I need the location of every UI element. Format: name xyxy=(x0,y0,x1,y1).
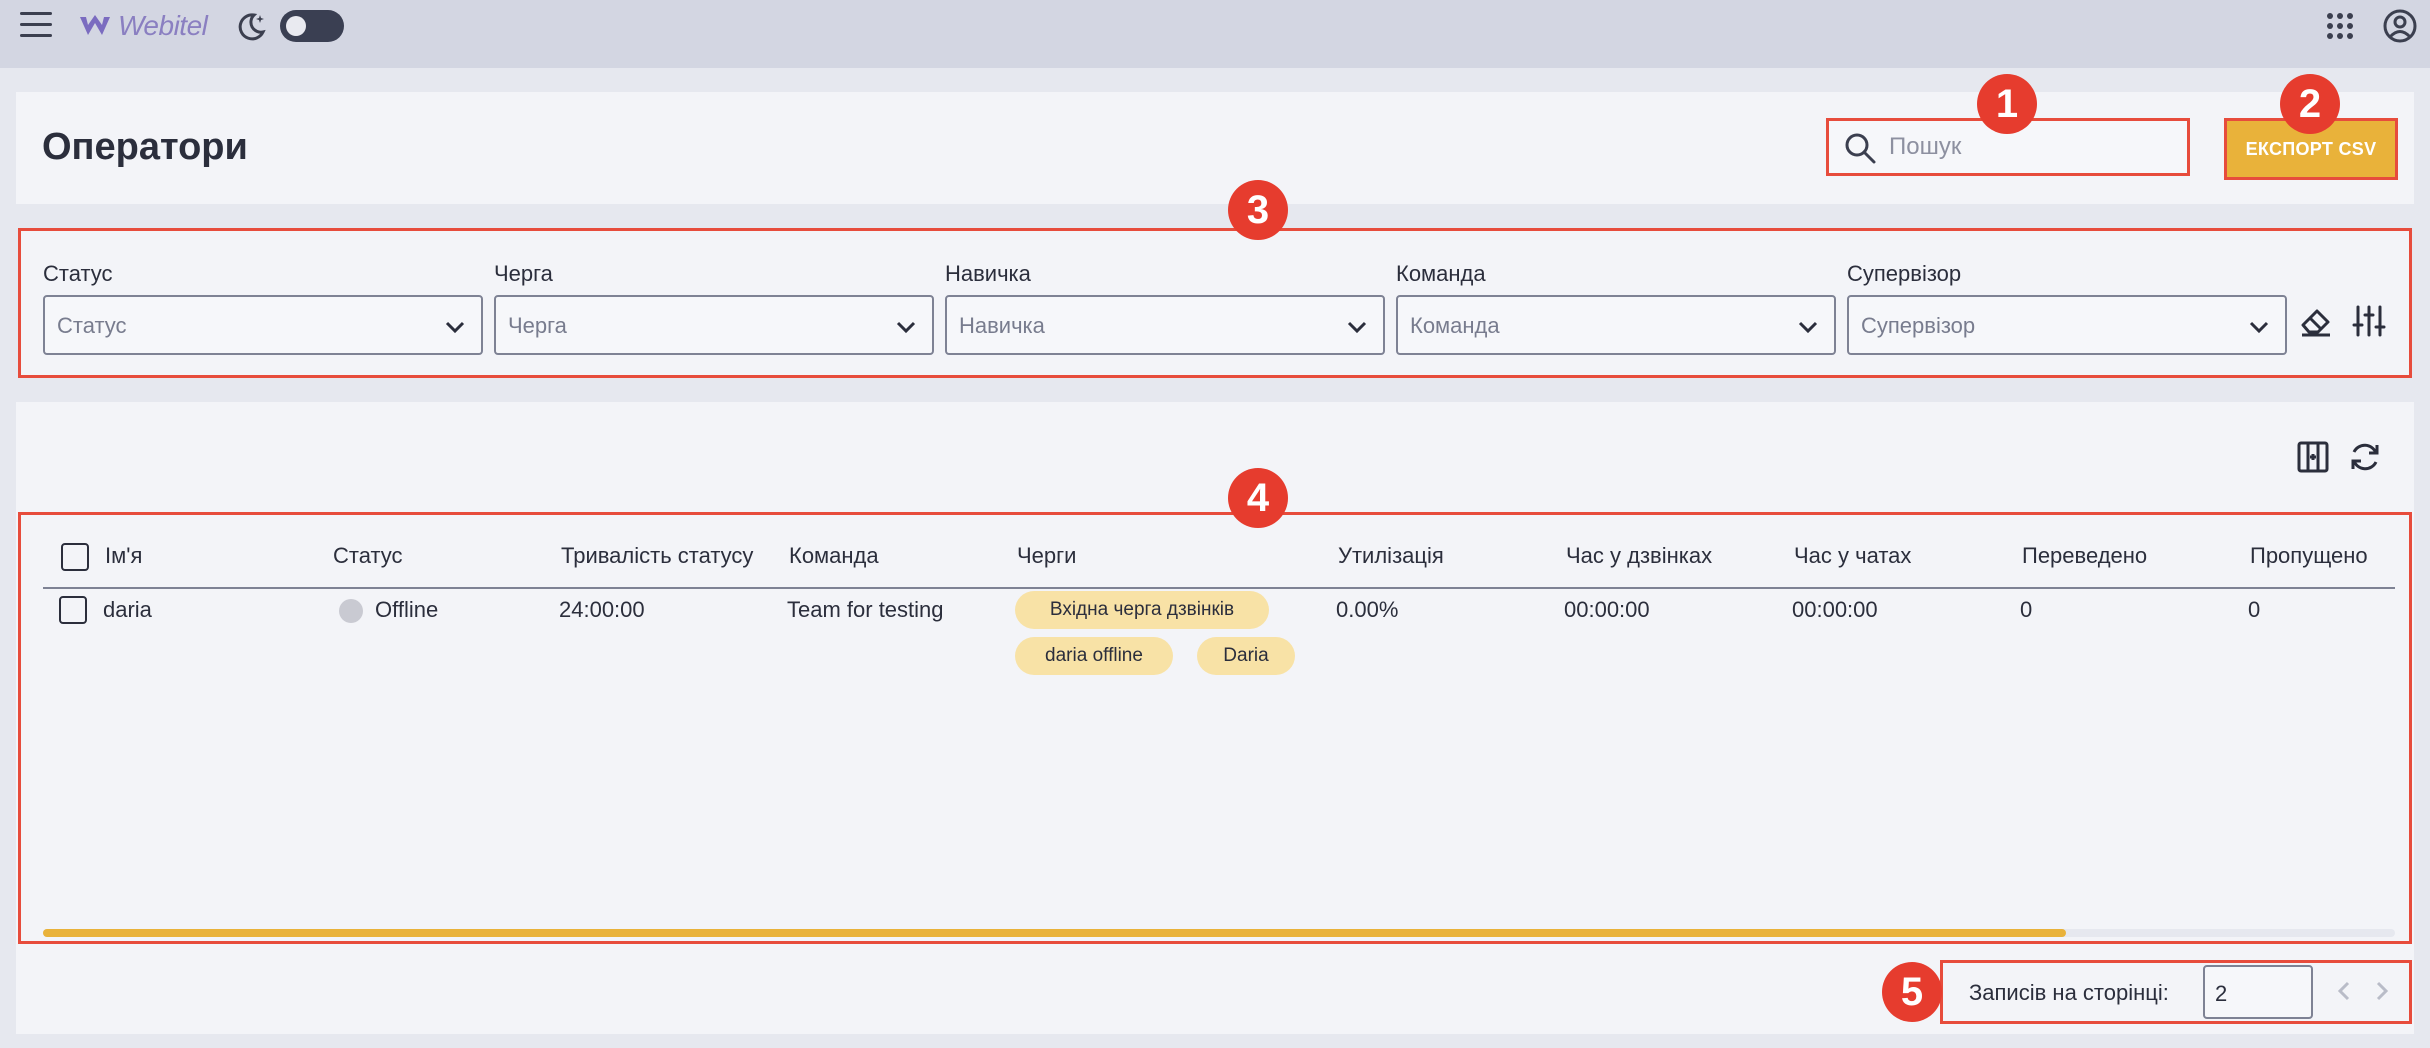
filter-settings-sliders-icon[interactable] xyxy=(2351,303,2387,339)
pagination: Записів на сторінці: 2 xyxy=(1940,960,2412,1024)
column-header-missed[interactable]: Пропущено xyxy=(2250,543,2368,569)
filter-label: Супервізор xyxy=(1847,261,1962,286)
queue-chip: Daria xyxy=(1197,637,1295,675)
theme-toggle[interactable] xyxy=(280,10,344,42)
chevron-down-icon xyxy=(1798,321,1818,334)
filter-status: Статус Статус xyxy=(43,261,483,355)
team-select[interactable]: Команда xyxy=(1396,295,1836,355)
dark-mode-moon-icon xyxy=(238,13,266,41)
select-placeholder: Супервізор xyxy=(1861,313,1976,338)
annotation-badge-4: 4 xyxy=(1228,468,1288,528)
column-header-utilization[interactable]: Утилізація xyxy=(1338,543,1444,569)
refresh-icon[interactable] xyxy=(2348,440,2382,474)
column-header-transferred[interactable]: Переведено xyxy=(2022,543,2147,569)
filter-label: Черга xyxy=(494,261,553,286)
page-size-input[interactable]: 2 xyxy=(2203,965,2313,1019)
filter-skill: Навичка Навичка xyxy=(945,261,1385,355)
transferred-count: 0 xyxy=(2020,597,2033,622)
supervisor-select[interactable]: Супервізор xyxy=(1847,295,2287,355)
status-duration: 24:00:00 xyxy=(559,597,645,622)
status-select[interactable]: Статус xyxy=(43,295,483,355)
account-icon[interactable] xyxy=(2382,8,2418,44)
filter-queue: Черга Черга xyxy=(494,261,934,355)
chevron-right-icon[interactable] xyxy=(2369,979,2393,1003)
status-indicator xyxy=(339,599,363,623)
page-size-label: Записів на сторінці: xyxy=(1969,980,2169,1005)
agent-status: Offline xyxy=(375,597,439,622)
select-placeholder: Команда xyxy=(1410,313,1500,338)
select-placeholder: Черга xyxy=(508,313,567,338)
utilization: 0.00% xyxy=(1336,597,1399,622)
column-header-status-duration[interactable]: Тривалість статусу xyxy=(561,543,753,569)
column-header-queues[interactable]: Черги xyxy=(1017,543,1076,569)
filter-supervisor: Супервізор Супервізор xyxy=(1847,261,2287,355)
filters-panel: Статус Статус Черга Черга Навичка Навичк… xyxy=(18,228,2412,378)
row-checkbox[interactable] xyxy=(59,596,87,624)
queue-chip: daria offline xyxy=(1015,637,1173,675)
chat-time: 00:00:00 xyxy=(1792,597,1878,622)
annotation-badge-1: 1 xyxy=(1977,74,2037,134)
select-placeholder: Статус xyxy=(57,313,127,338)
queue-select[interactable]: Черга xyxy=(494,295,934,355)
agent-team: Team for testing xyxy=(787,597,944,622)
search-icon xyxy=(1845,133,1876,164)
scrollbar-thumb[interactable] xyxy=(43,929,2066,937)
horizontal-scrollbar[interactable] xyxy=(43,929,2395,937)
page-size-value: 2 xyxy=(2215,981,2228,1006)
annotation-badge-5: 5 xyxy=(1882,962,1942,1022)
chevron-down-icon xyxy=(2249,321,2269,334)
apps-grid-icon[interactable] xyxy=(2326,12,2354,40)
logo-text: Webitel xyxy=(118,10,208,41)
top-bar: Webitel xyxy=(0,0,2430,68)
clear-filters-eraser-icon[interactable] xyxy=(2298,303,2334,339)
missed-count: 0 xyxy=(2248,597,2261,622)
chevron-down-icon xyxy=(445,321,465,334)
annotation-badge-3: 3 xyxy=(1228,180,1288,240)
column-header-call-time[interactable]: Час у дзвінках xyxy=(1566,543,1712,569)
column-header-status[interactable]: Статус xyxy=(333,543,403,569)
toggle-knob xyxy=(286,16,306,36)
column-settings-icon[interactable] xyxy=(2296,440,2330,474)
chevron-down-icon xyxy=(896,321,916,334)
select-all-checkbox[interactable] xyxy=(61,543,89,571)
search-input[interactable] xyxy=(1889,129,2179,165)
filter-label: Навичка xyxy=(945,261,1031,286)
annotation-badge-2: 2 xyxy=(2280,74,2340,134)
webitel-logo-mark xyxy=(80,15,110,35)
column-header-name[interactable]: Ім'я xyxy=(105,543,142,569)
page-title: Оператори xyxy=(42,126,248,168)
column-header-team[interactable]: Команда xyxy=(789,543,879,569)
webitel-logo[interactable]: Webitel xyxy=(78,8,208,44)
column-header-chat-time[interactable]: Час у чатах xyxy=(1794,543,1911,569)
agents-table: Ім'я Статус Тривалість статусу Команда Ч… xyxy=(18,512,2412,944)
chevron-down-icon xyxy=(1347,321,1367,334)
chevron-left-icon[interactable] xyxy=(2333,979,2357,1003)
hamburger-menu-icon[interactable] xyxy=(20,12,52,40)
table-header: Ім'я Статус Тривалість статусу Команда Ч… xyxy=(43,525,2395,589)
filter-team: Команда Команда xyxy=(1396,261,1836,355)
skill-select[interactable]: Навичка xyxy=(945,295,1385,355)
filter-label: Команда xyxy=(1396,261,1486,286)
agent-name[interactable]: daria xyxy=(103,597,152,623)
select-placeholder: Навичка xyxy=(959,313,1045,338)
filter-label: Статус xyxy=(43,261,113,286)
call-time: 00:00:00 xyxy=(1564,597,1650,622)
queue-chip: Вхідна черга дзвінків xyxy=(1015,591,1269,629)
